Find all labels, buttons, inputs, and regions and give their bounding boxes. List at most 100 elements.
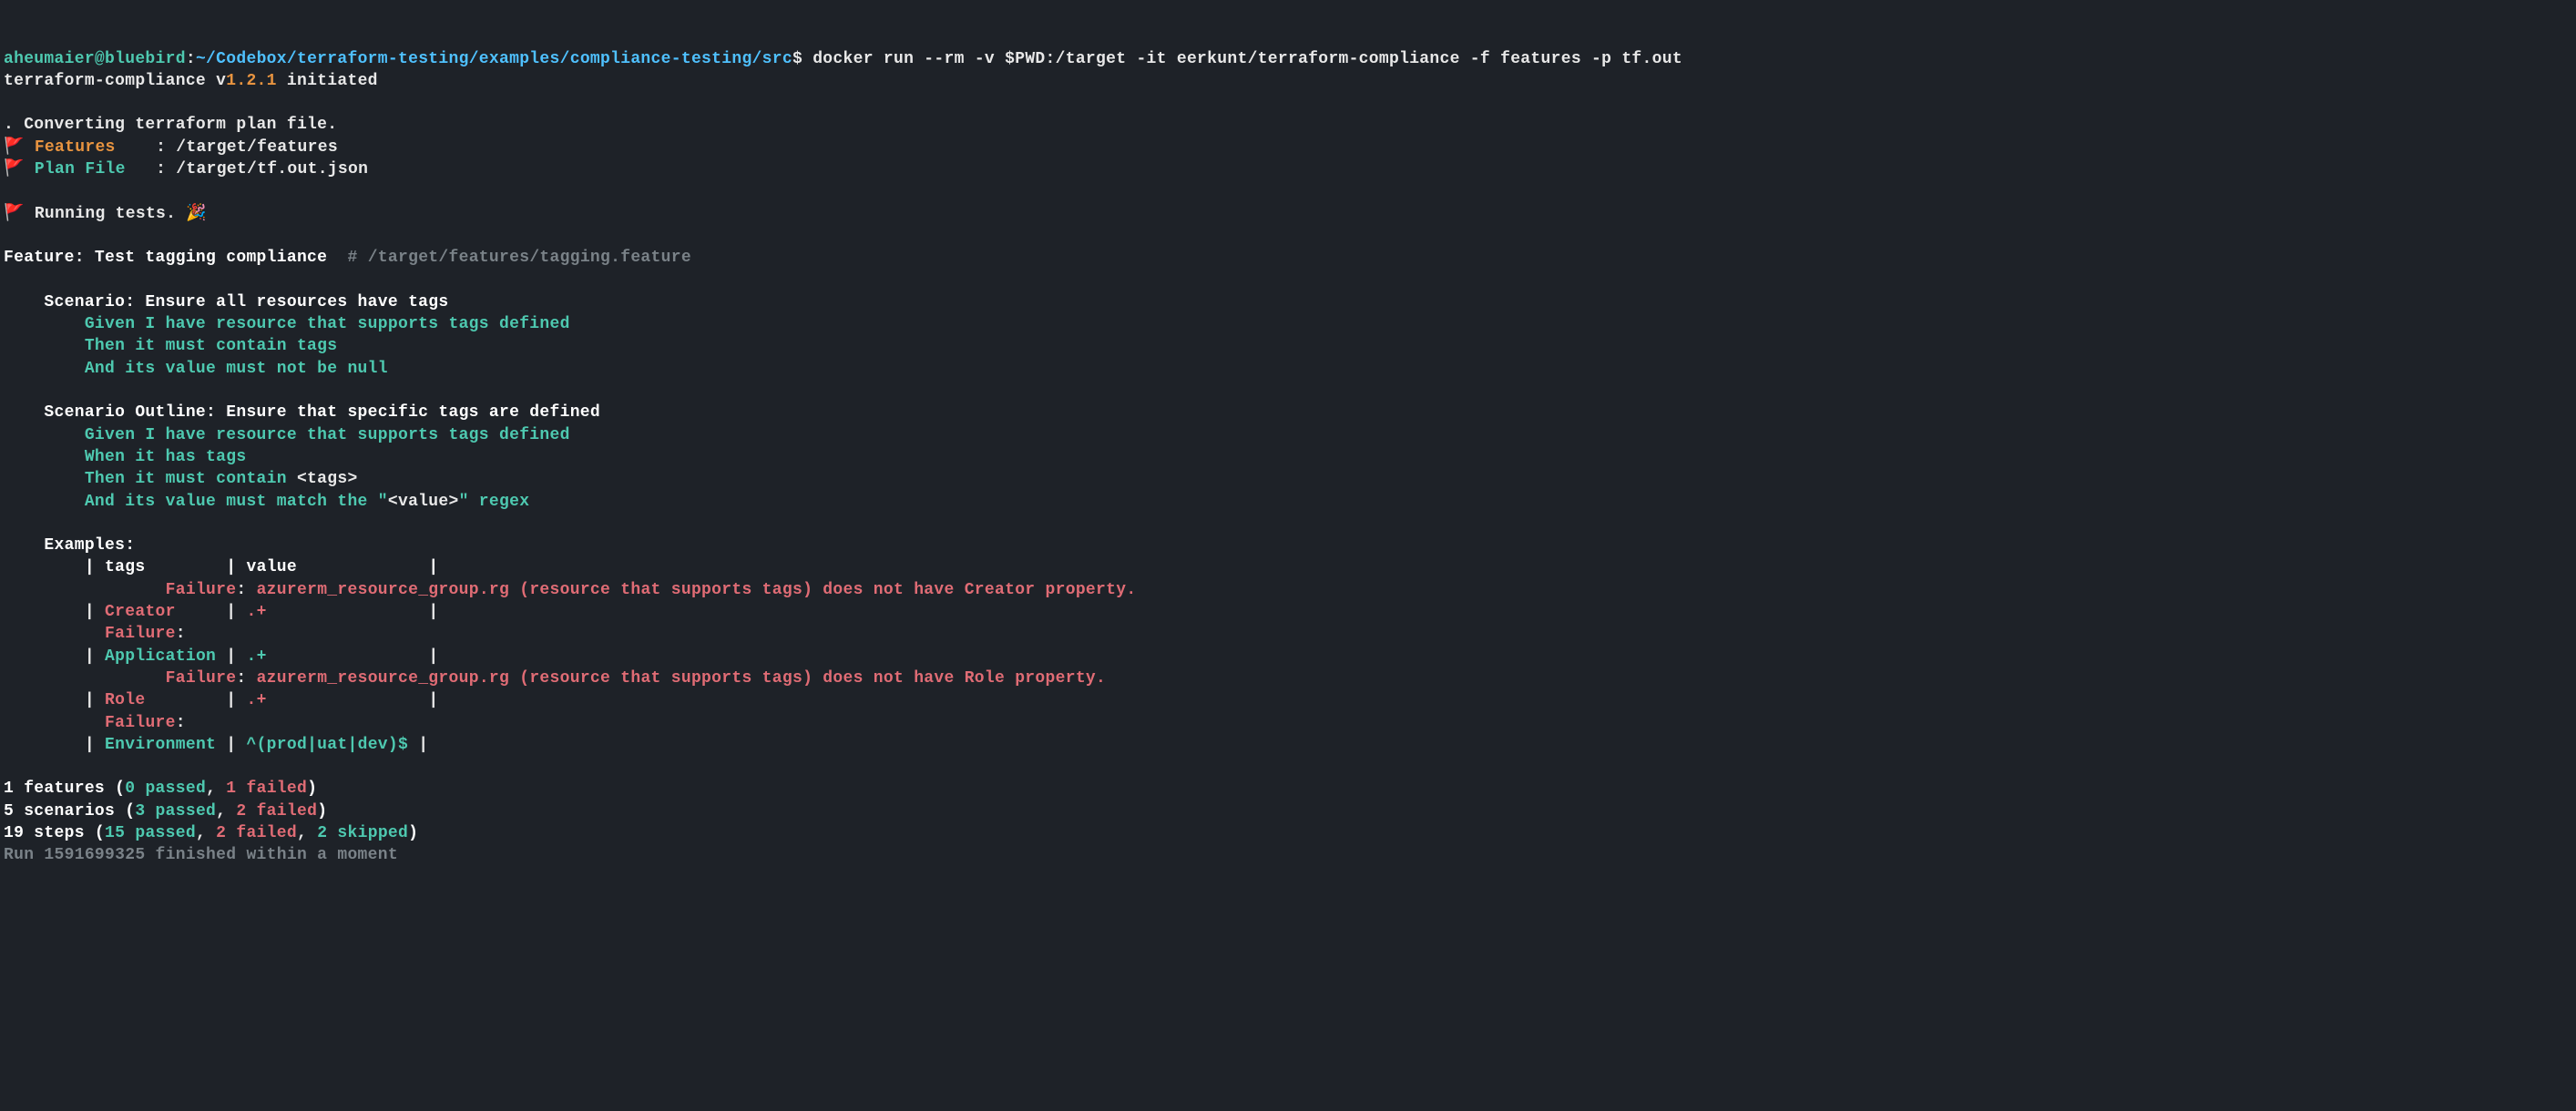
flag-icon: 🚩: [4, 138, 25, 157]
row-value: .+: [246, 691, 266, 709]
pipe: |: [267, 691, 439, 709]
prompt-colon: :: [186, 50, 196, 68]
running-text: Running tests.: [35, 205, 176, 223]
converting-line: . Converting terraform plan file.: [4, 116, 337, 134]
summary-features: 1 features (0 passed, 1 failed): [4, 780, 317, 798]
pipe: |: [4, 647, 105, 666]
sep: ,: [206, 780, 226, 798]
failure-colon: :: [176, 625, 186, 643]
step3-tag: <tags>: [297, 470, 358, 488]
sep: ,: [216, 802, 236, 821]
features-count: 1 features (: [4, 780, 125, 798]
features-passed: 0 passed: [125, 780, 206, 798]
feature-comment: #: [327, 249, 367, 267]
close: ): [307, 780, 317, 798]
failure-msg: azurerm_resource_group.rg (resource that…: [257, 669, 1107, 688]
scenario2-step1: Given I have resource that supports tags…: [4, 426, 570, 444]
failure-line: Failure:: [4, 714, 186, 732]
failure-line: Failure: azurerm_resource_group.rg (reso…: [4, 581, 1136, 599]
command-text: [802, 50, 813, 68]
steps-passed: 15 passed: [105, 824, 196, 842]
failure-label: Failure: [166, 669, 237, 688]
examples-header: | tags | value |: [4, 558, 438, 576]
features-failed: 1 failed: [226, 780, 307, 798]
indent: [4, 625, 105, 643]
scenario1-step3: And its value must not be null: [4, 360, 388, 378]
indent: [4, 669, 166, 688]
row-tag: Creator: [105, 603, 176, 621]
pipe: |: [176, 603, 247, 621]
close: ): [408, 824, 418, 842]
step4-prefix: And its value must match the ": [4, 493, 388, 511]
feature-path: /target/features/tagging.feature: [368, 249, 691, 267]
pipe: |: [267, 603, 439, 621]
sep: ,: [196, 824, 216, 842]
init-version: 1.2.1: [226, 72, 277, 90]
close: ): [317, 802, 327, 821]
scenario2-step3: Then it must contain <tags>: [4, 470, 358, 488]
failure-label: Failure: [166, 581, 237, 599]
scenario2-step4: And its value must match the "<value>" r…: [4, 493, 529, 511]
scenario2-title: Scenario Outline: Ensure that specific t…: [4, 403, 600, 422]
indent: [4, 714, 105, 732]
party-icon: 🎉: [186, 205, 207, 223]
row-value: ^(prod|uat|dev)$: [246, 736, 408, 754]
pipe: |: [145, 558, 246, 576]
failure-colon: :: [236, 669, 256, 688]
pipe: |: [4, 736, 105, 754]
features-path: /target/features: [176, 138, 338, 157]
row-value: .+: [246, 647, 266, 666]
init-prefix: terraform-compliance v: [4, 72, 226, 90]
scenario1-step1: Given I have resource that supports tags…: [4, 315, 570, 333]
col-value: value: [246, 558, 297, 576]
pipe: |: [4, 603, 105, 621]
plan-label: Plan File: [35, 160, 126, 178]
row-value: .+: [246, 603, 266, 621]
failure-msg: azurerm_resource_group.rg (resource that…: [257, 581, 1137, 599]
scenario1-step2: Then it must contain tags: [4, 337, 337, 355]
pipe: |: [216, 647, 246, 666]
flag-icon: 🚩: [4, 160, 25, 178]
plan-line: 🚩 Plan File : /target/tf.out.json: [4, 160, 368, 178]
failure-label: Failure: [105, 625, 176, 643]
pipe: |: [216, 736, 246, 754]
steps-skipped: 2 skipped: [317, 824, 408, 842]
prompt-user: aheumaier@bluebird: [4, 50, 186, 68]
scenario1-title: Scenario: Ensure all resources have tags: [4, 293, 448, 311]
prompt-line: aheumaier@bluebird:~/Codebox/terraform-t…: [4, 50, 1682, 68]
prompt-dollar: $: [792, 50, 802, 68]
running-line: 🚩 Running tests. 🎉: [4, 205, 207, 223]
table-row: | Role | .+ |: [4, 691, 438, 709]
features-colon: :: [156, 138, 166, 157]
scenarios-count: 5 scenarios (: [4, 802, 135, 821]
terminal-output: aheumaier@bluebird:~/Codebox/terraform-t…: [4, 48, 2572, 867]
examples-title: Examples:: [4, 536, 135, 555]
init-line: terraform-compliance v1.2.1 initiated: [4, 72, 378, 90]
prompt-path: ~/Codebox/terraform-testing/examples/com…: [196, 50, 792, 68]
pipe: |: [408, 736, 428, 754]
step4-tag: <value>: [388, 493, 459, 511]
failure-line: Failure: azurerm_resource_group.rg (reso…: [4, 669, 1106, 688]
feature-header: Feature: Test tagging compliance # /targ…: [4, 249, 691, 267]
run-summary: Run 1591699325 finished within a moment: [4, 846, 398, 864]
pipe: |: [145, 691, 246, 709]
scenarios-failed: 2 failed: [236, 802, 317, 821]
steps-count: 19 steps (: [4, 824, 105, 842]
table-row: | Environment | ^(prod|uat|dev)$ |: [4, 736, 428, 754]
summary-steps: 19 steps (15 passed, 2 failed, 2 skipped…: [4, 824, 418, 842]
row-tag: Application: [105, 647, 216, 666]
scenario2-step2: When it has tags: [4, 448, 246, 466]
flag-icon: 🚩: [4, 205, 25, 223]
failure-line: Failure:: [4, 625, 186, 643]
pipe: |: [4, 558, 105, 576]
failure-colon: :: [176, 714, 186, 732]
table-row: | Creator | .+ |: [4, 603, 438, 621]
features-label: Features: [35, 138, 116, 157]
summary-scenarios: 5 scenarios (3 passed, 2 failed): [4, 802, 327, 821]
failure-colon: :: [236, 581, 256, 599]
pipe: |: [4, 691, 105, 709]
table-row: | Application | .+ |: [4, 647, 438, 666]
col-tags: tags: [105, 558, 145, 576]
scenarios-passed: 3 passed: [135, 802, 216, 821]
plan-colon: :: [156, 160, 166, 178]
